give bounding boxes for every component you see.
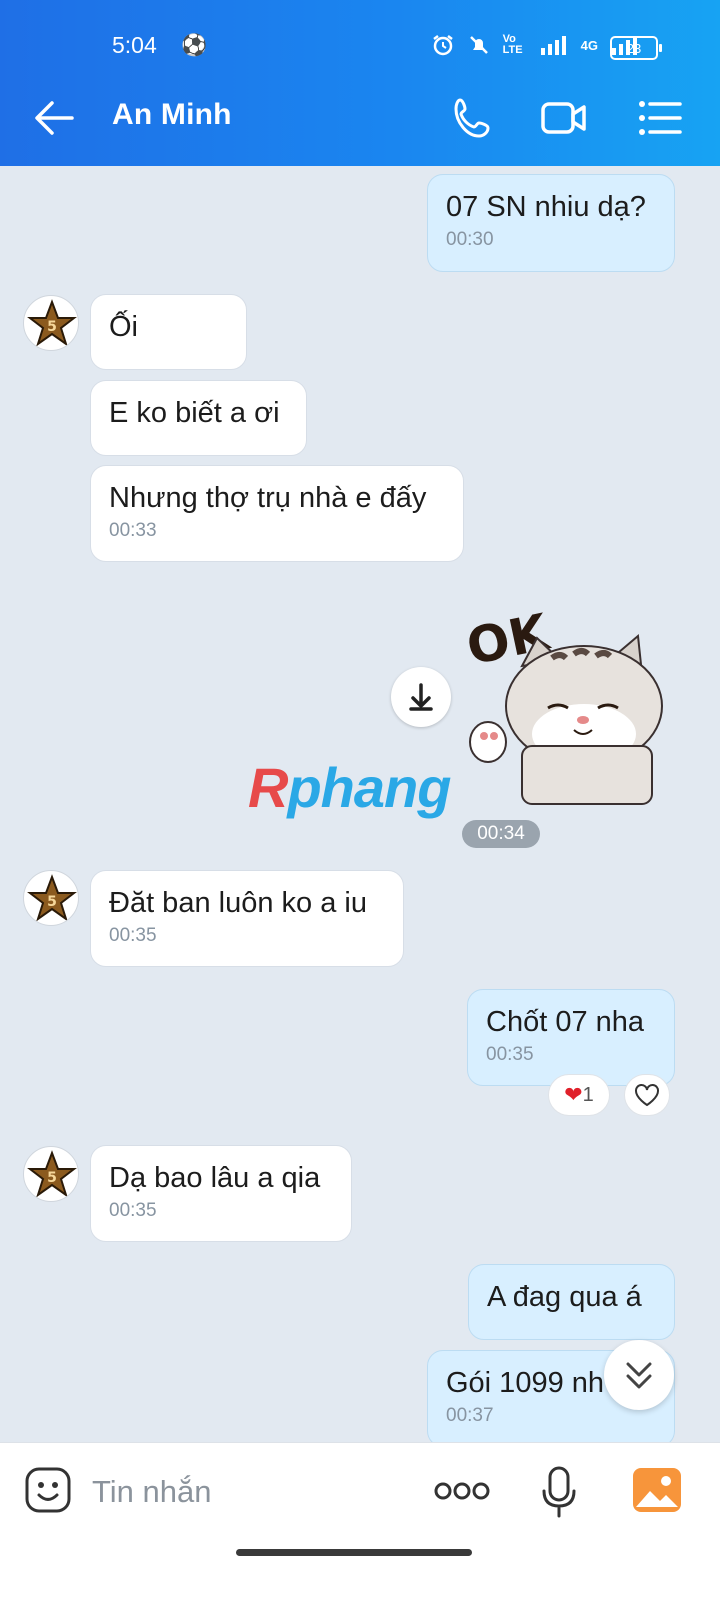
sticker-message[interactable]: OK [462, 596, 672, 806]
signal-icon [540, 36, 566, 55]
download-button[interactable] [391, 667, 451, 727]
svg-text:5: 5 [47, 1170, 57, 1186]
message-text: A đag qua á [487, 1281, 642, 1313]
alarm-icon [432, 35, 453, 56]
message-input[interactable] [90, 1461, 414, 1523]
reaction-badge[interactable]: ❤ 1 [548, 1074, 610, 1116]
message-outgoing[interactable]: 07 SN nhiu dạ? 00:30 [427, 174, 675, 272]
menu-list-icon[interactable] [636, 96, 684, 140]
message-time: 00:35 [109, 1200, 157, 1221]
microphone-icon[interactable] [540, 1465, 578, 1519]
watermark-rest: phang [287, 756, 451, 819]
contact-name[interactable]: An Minh [112, 98, 232, 132]
message-text: Đăt ban luôn ko a iu [109, 887, 367, 919]
gallery-image-icon[interactable] [632, 1467, 682, 1513]
message-text: Nhưng thợ trụ nhà e đấy [109, 482, 427, 514]
avatar[interactable]: 5 [23, 1146, 79, 1202]
message-incoming[interactable]: Dạ bao lâu a qia 00:35 [90, 1145, 352, 1242]
star-logo-icon: 5 [27, 299, 77, 347]
message-outgoing[interactable]: A đag qua á [468, 1264, 675, 1340]
message-time: 00:35 [486, 1044, 534, 1065]
status-icons: Vo LTE 4G [431, 33, 640, 57]
back-arrow-icon[interactable] [34, 100, 74, 136]
top-bar: 5:04 ⚽ Vo LTE 4G 23 An Minh [0, 0, 720, 166]
message-incoming[interactable]: Nhưng thợ trụ nhà e đấy 00:33 [90, 465, 464, 562]
sticker-time: 00:34 [462, 820, 540, 848]
double-chevron-down-icon [626, 1362, 652, 1389]
message-text: E ko biết a ơi [109, 397, 280, 429]
more-options-icon[interactable] [434, 1479, 490, 1503]
composer-bar [0, 1442, 720, 1601]
react-button[interactable] [624, 1074, 670, 1116]
phone-call-icon[interactable] [450, 96, 498, 140]
avatar[interactable]: 5 [23, 295, 79, 351]
soccer-ball-icon: ⚽ [181, 34, 208, 57]
mute-bell-icon [469, 36, 488, 54]
network-label: 4G [580, 37, 598, 53]
message-time: 00:35 [109, 925, 157, 946]
battery-icon: 23 [610, 36, 662, 60]
scroll-to-bottom-button[interactable] [604, 1340, 674, 1410]
message-time: 00:33 [109, 520, 157, 541]
message-text: Ối [109, 311, 138, 343]
message-text: 07 SN nhiu dạ? [446, 191, 646, 223]
message-incoming[interactable]: Đăt ban luôn ko a iu 00:35 [90, 870, 404, 967]
svg-text:5: 5 [47, 894, 57, 910]
sticker-emoji-icon[interactable] [24, 1466, 72, 1514]
status-bar: 5:04 ⚽ Vo LTE 4G 23 [0, 0, 720, 70]
message-outgoing[interactable]: Chốt 07 nha 00:35 [467, 989, 675, 1086]
battery-level: 23 [626, 40, 642, 56]
cat-ok-sticker: OK [462, 602, 663, 805]
chat-header: An Minh [0, 70, 720, 166]
volte-label: Vo LTE [502, 33, 523, 56]
download-icon [409, 683, 433, 711]
avatar[interactable]: 5 [23, 870, 79, 926]
star-logo-icon: 5 [27, 1150, 77, 1198]
watermark-logo: Rphang [248, 755, 451, 820]
message-time: 00:30 [446, 229, 494, 250]
home-indicator [236, 1549, 472, 1556]
message-text: Chốt 07 nha [486, 1006, 645, 1038]
svg-text:5: 5 [47, 319, 57, 335]
heart-outline-icon [635, 1084, 659, 1107]
watermark-lead: R [248, 756, 288, 819]
reaction-count: 1 [582, 1083, 594, 1106]
message-incoming[interactable]: Ối [90, 294, 247, 370]
star-logo-icon: 5 [27, 874, 77, 922]
message-text: Dạ bao lâu a qia [109, 1162, 321, 1194]
heart-icon: ❤ [564, 1082, 583, 1107]
message-incoming[interactable]: E ko biết a ơi [90, 380, 307, 456]
video-call-icon[interactable] [540, 96, 588, 140]
status-time: 5:04 [112, 32, 157, 58]
